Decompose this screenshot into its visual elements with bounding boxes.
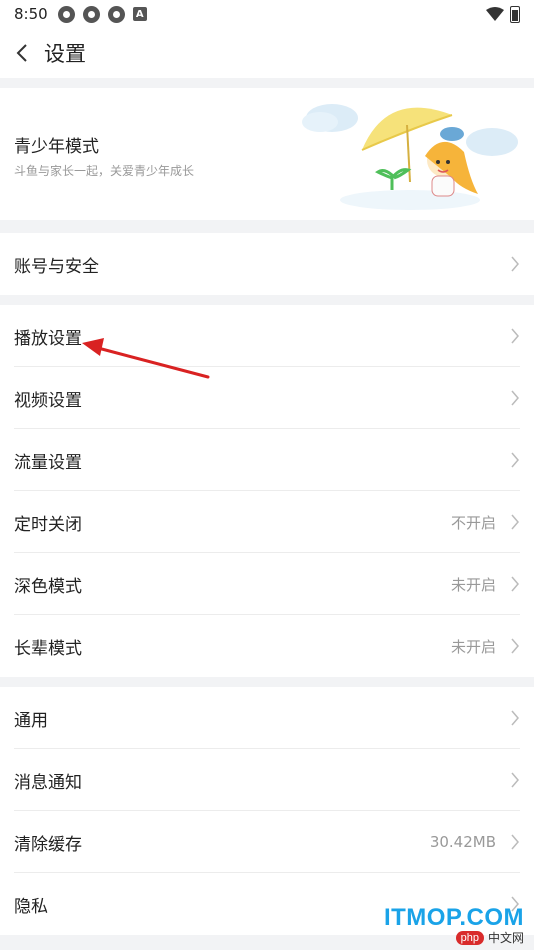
app-icon: [57, 5, 75, 23]
chevron-right-icon: [511, 638, 519, 654]
settings-section-general: 通用 消息通知 清除缓存 30.42MB 隐私: [0, 687, 534, 935]
chevron-left-icon[interactable]: [0, 28, 44, 78]
setting-label: 隐私: [14, 896, 48, 917]
chevron-right-icon: [511, 390, 519, 406]
chevron-right-icon: [511, 328, 519, 344]
chevron-right-icon: [511, 772, 519, 788]
status-time: 8:50: [14, 5, 48, 23]
watermark-badge: php: [455, 930, 484, 945]
setting-value: 未开启: [450, 637, 496, 656]
page-title: 设置: [44, 42, 86, 66]
header: 设置: [0, 28, 534, 78]
setting-label: 流量设置: [14, 452, 82, 473]
chevron-right-icon: [511, 710, 519, 726]
wifi-icon: [486, 7, 504, 21]
chevron-right-icon: [511, 576, 519, 592]
setting-row-elder-mode[interactable]: 长辈模式 未开启: [0, 615, 534, 677]
settings-section-account: 账号与安全: [0, 233, 534, 295]
watermark-sub: php 中文网: [455, 929, 524, 946]
setting-row-general[interactable]: 通用: [0, 687, 534, 749]
setting-row-dark-mode[interactable]: 深色模式 未开启: [0, 553, 534, 615]
setting-label: 定时关闭: [14, 514, 82, 535]
app-icon: [82, 5, 100, 23]
youth-mascot-illustration: [302, 104, 518, 210]
a-icon: A: [132, 7, 147, 21]
setting-row-playback[interactable]: 播放设置: [0, 305, 534, 367]
setting-row-sleep-timer[interactable]: 定时关闭 不开启: [0, 491, 534, 553]
settings-section-playback: 播放设置 视频设置 流量设置 定时关闭 不开启 深色模式 未开启 长辈模式 未开…: [0, 305, 534, 677]
chevron-right-icon: [511, 452, 519, 468]
setting-row-account-security[interactable]: 账号与安全: [0, 233, 534, 295]
setting-row-clear-cache[interactable]: 清除缓存 30.42MB: [0, 811, 534, 873]
youth-mode-title: 青少年模式: [14, 137, 99, 157]
setting-value: 不开启: [450, 513, 496, 532]
setting-label: 深色模式: [14, 576, 82, 597]
setting-label: 长辈模式: [14, 638, 82, 659]
setting-label: 通用: [14, 710, 48, 731]
app-icon: [107, 5, 125, 23]
setting-label: 播放设置: [14, 328, 82, 349]
battery-icon: [510, 5, 520, 23]
watermark-cn: 中文网: [487, 931, 524, 945]
setting-label: 清除缓存: [14, 834, 82, 855]
watermark: ITMOP.COM php 中文网: [354, 904, 524, 946]
status-notification-icons: A: [57, 5, 147, 23]
watermark-text: ITMOP.COM: [383, 904, 524, 931]
chevron-right-icon: [511, 514, 519, 530]
status-system-icons: [486, 5, 520, 23]
status-bar: 8:50 A: [0, 0, 534, 28]
youth-mode-subtitle: 斗鱼与家长一起，关爱青少年成长: [14, 164, 195, 178]
youth-mode-card[interactable]: 青少年模式 斗鱼与家长一起，关爱青少年成长: [0, 88, 534, 220]
setting-row-video[interactable]: 视频设置: [0, 367, 534, 429]
setting-label: 账号与安全: [14, 256, 99, 277]
chevron-right-icon: [511, 834, 519, 850]
setting-label: 视频设置: [14, 390, 82, 411]
chevron-right-icon: [511, 256, 519, 272]
setting-value: 30.42MB: [429, 833, 496, 851]
setting-row-data-usage[interactable]: 流量设置: [0, 429, 534, 491]
setting-label: 消息通知: [14, 772, 82, 793]
setting-row-notifications[interactable]: 消息通知: [0, 749, 534, 811]
setting-value: 未开启: [450, 575, 496, 594]
